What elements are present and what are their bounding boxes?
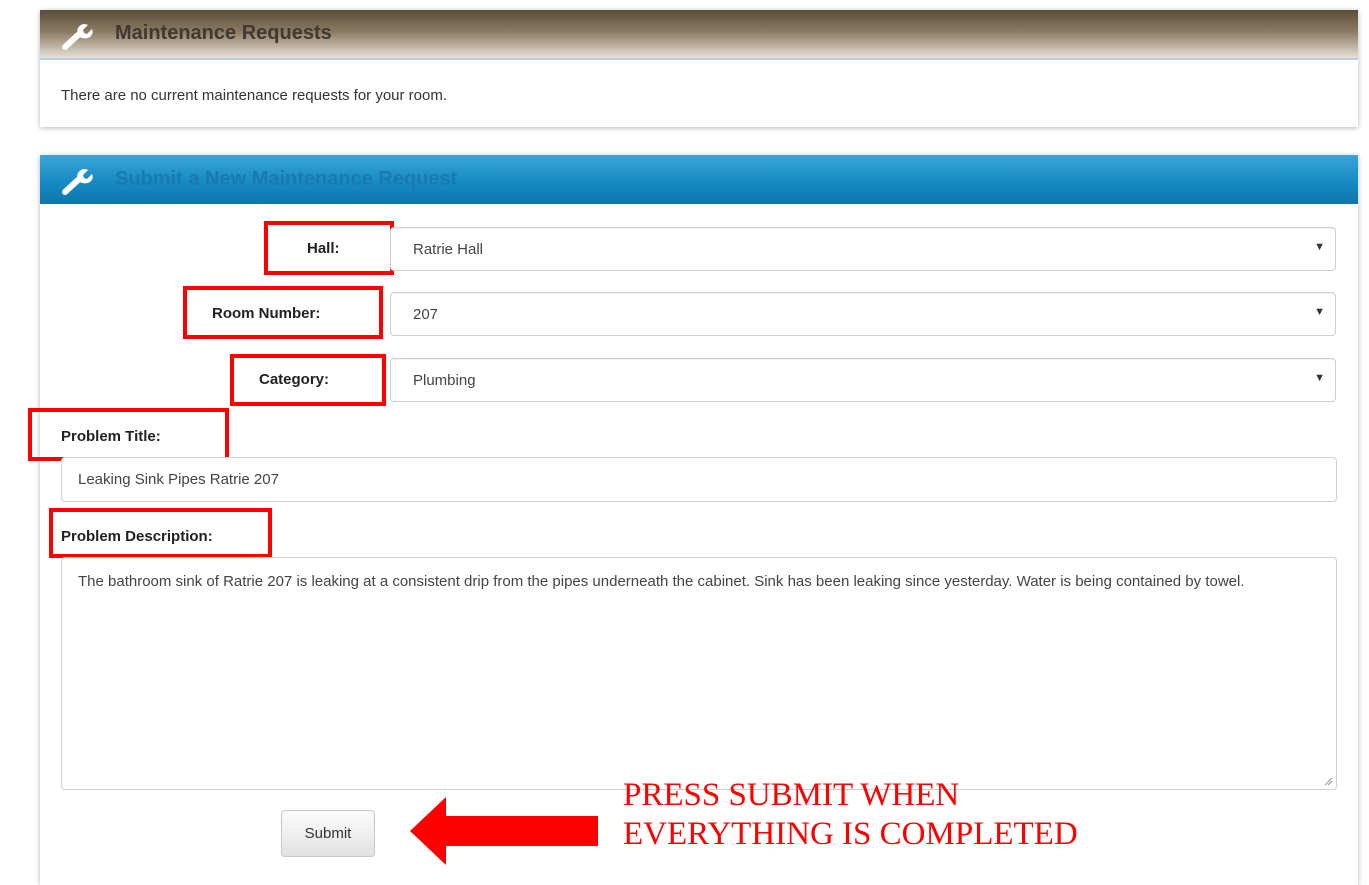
submit-request-header: Submit a New Maintenance Request — [40, 155, 1358, 204]
maintenance-requests-panel: Maintenance Requests There are no curren… — [40, 10, 1358, 127]
arrow-left-icon — [410, 797, 598, 865]
instruction-annotation: PRESS SUBMIT WHEN EVERYTHING IS COMPLETE… — [623, 776, 1078, 854]
maintenance-requests-title: Maintenance Requests — [115, 22, 332, 44]
problem-title-input[interactable]: Leaking Sink Pipes Ratrie 207 — [61, 457, 1337, 502]
resize-handle-icon[interactable] — [1323, 776, 1333, 786]
category-select-value: Plumbing — [413, 372, 476, 389]
problem-title-label: Problem Title: — [61, 428, 161, 445]
problem-description-value: The bathroom sink of Ratrie 207 is leaki… — [78, 573, 1245, 590]
submit-request-title: Submit a New Maintenance Request — [115, 168, 458, 190]
instruction-line-1: PRESS SUBMIT WHEN — [623, 777, 960, 813]
chevron-down-icon: ▼ — [1314, 372, 1325, 384]
instruction-line-2: EVERYTHING IS COMPLETED — [623, 816, 1078, 852]
maintenance-requests-header: Maintenance Requests — [40, 10, 1358, 60]
wrench-icon — [62, 169, 93, 195]
hall-label: Hall: — [307, 240, 340, 257]
no-requests-message: There are no current maintenance request… — [61, 87, 448, 104]
problem-title-value: Leaking Sink Pipes Ratrie 207 — [78, 471, 279, 488]
category-select[interactable]: Plumbing ▼ — [390, 358, 1336, 402]
room-number-select-value: 207 — [413, 306, 439, 323]
category-label: Category: — [259, 371, 330, 388]
submit-button[interactable]: Submit — [281, 810, 375, 857]
wrench-icon — [62, 24, 93, 50]
hall-select-value: Ratrie Hall — [413, 241, 484, 258]
chevron-down-icon: ▼ — [1314, 241, 1325, 253]
room-number-label: Room Number: — [212, 305, 321, 322]
hall-select[interactable]: Ratrie Hall ▼ — [390, 227, 1336, 271]
chevron-down-icon: ▼ — [1314, 306, 1325, 318]
room-number-select[interactable]: 207 ▼ — [390, 292, 1336, 336]
problem-description-textarea[interactable]: The bathroom sink of Ratrie 207 is leaki… — [61, 557, 1337, 790]
problem-description-label: Problem Description: — [61, 528, 213, 545]
